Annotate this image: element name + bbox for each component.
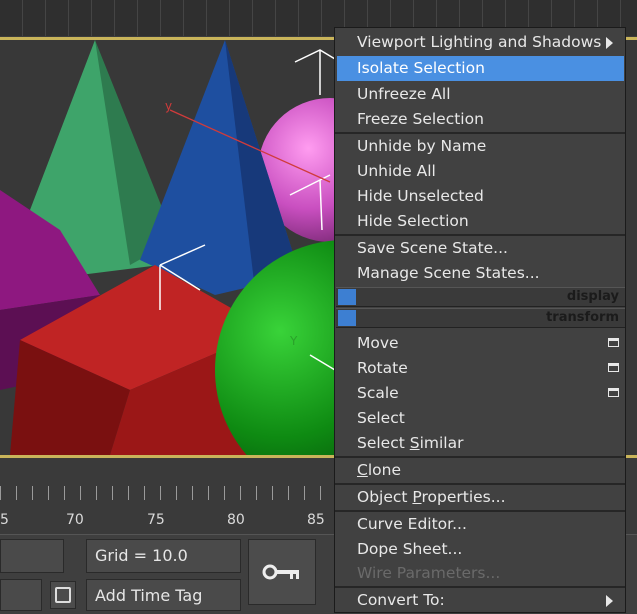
grid-setting-display: Grid = 10.0 — [86, 539, 241, 573]
ruler-label: 80 — [227, 512, 245, 528]
menu-item-label: imilar — [419, 434, 464, 452]
menu-item-label: Rotate — [357, 359, 408, 377]
menu-item-select[interactable]: Select — [335, 406, 625, 431]
submenu-arrow-icon — [606, 37, 613, 49]
ruler-label: 70 — [66, 512, 84, 528]
quad-header-transform[interactable]: transform — [336, 308, 625, 328]
menu-item-label: Object — [357, 488, 413, 506]
ruler-label: 75 — [147, 512, 165, 528]
quad-marker — [338, 310, 356, 326]
menu-item-wire-parameters: Wire Parameters... — [357, 564, 501, 582]
time-tag-toggle[interactable] — [50, 581, 76, 609]
menu-item-label: Move — [357, 334, 399, 352]
key-icon — [262, 564, 299, 580]
quad-label: display — [566, 289, 619, 304]
menu-item-label: Scale — [357, 384, 399, 402]
menu-item-manage-scene-states[interactable]: Manage Scene States... — [335, 261, 625, 286]
menu-item-clone[interactable]: Clone — [335, 458, 625, 483]
submenu-arrow-icon — [606, 595, 613, 607]
menu-item-select-similar[interactable]: Select Similar — [335, 431, 625, 456]
menu-item-scale[interactable]: Scale — [335, 381, 625, 406]
menu-item-label: Viewport Lighting and Shadows — [357, 33, 602, 51]
menu-item-mnemonic: C — [357, 461, 368, 479]
menu-item-hide-unselected[interactable]: Hide Unselected — [335, 184, 625, 209]
menu-item-label: roperties... — [421, 488, 506, 506]
tag-icon — [55, 587, 71, 603]
svg-text:Y: Y — [289, 334, 298, 348]
set-key-button[interactable] — [248, 539, 316, 605]
quad-marker — [338, 289, 356, 305]
quad-label: transform — [546, 310, 619, 325]
coordinate-field[interactable] — [0, 539, 64, 573]
frame-field[interactable] — [0, 579, 42, 611]
menu-item-label: lone — [367, 461, 401, 479]
settings-window-icon[interactable] — [608, 363, 619, 372]
menu-item-convert-to[interactable]: Convert To: — [335, 588, 625, 613]
menu-item-hide-selection[interactable]: Hide Selection — [335, 209, 625, 234]
ruler-label: 5 — [0, 512, 9, 528]
menu-item-viewport-lighting[interactable]: Viewport Lighting and Shadows — [335, 30, 625, 55]
menu-item-isolate-selection[interactable]: Isolate Selection — [337, 56, 624, 81]
menu-item-save-scene-state[interactable]: Save Scene State... — [335, 236, 625, 261]
add-time-tag-button[interactable]: Add Time Tag — [86, 579, 241, 611]
menu-item-dope-sheet[interactable]: Dope Sheet... — [335, 537, 625, 562]
quad-context-menu: Viewport Lighting and Shadows Isolate Se… — [334, 27, 626, 613]
menu-item-unfreeze-all[interactable]: Unfreeze All — [335, 82, 625, 107]
menu-item-mnemonic: S — [409, 434, 420, 452]
menu-item-move[interactable]: Move — [335, 331, 625, 356]
menu-item-unhide-all[interactable]: Unhide All — [335, 159, 625, 184]
menu-item-object-properties[interactable]: Object Properties... — [335, 485, 625, 510]
menu-item-unhide-by-name[interactable]: Unhide by Name — [335, 134, 625, 159]
quad-header-display[interactable]: display — [336, 287, 625, 307]
menu-item-freeze-selection[interactable]: Freeze Selection — [335, 107, 625, 132]
menu-item-rotate[interactable]: Rotate — [335, 356, 625, 381]
menu-item-curve-editor[interactable]: Curve Editor... — [335, 512, 625, 537]
menu-item-label: Convert To: — [357, 591, 445, 609]
settings-window-icon[interactable] — [608, 388, 619, 397]
svg-text:y: y — [165, 99, 172, 113]
settings-window-icon[interactable] — [608, 338, 619, 347]
menu-item-label: Select — [357, 434, 410, 452]
menu-item-mnemonic: P — [412, 488, 422, 506]
ruler-label: 85 — [307, 512, 325, 528]
